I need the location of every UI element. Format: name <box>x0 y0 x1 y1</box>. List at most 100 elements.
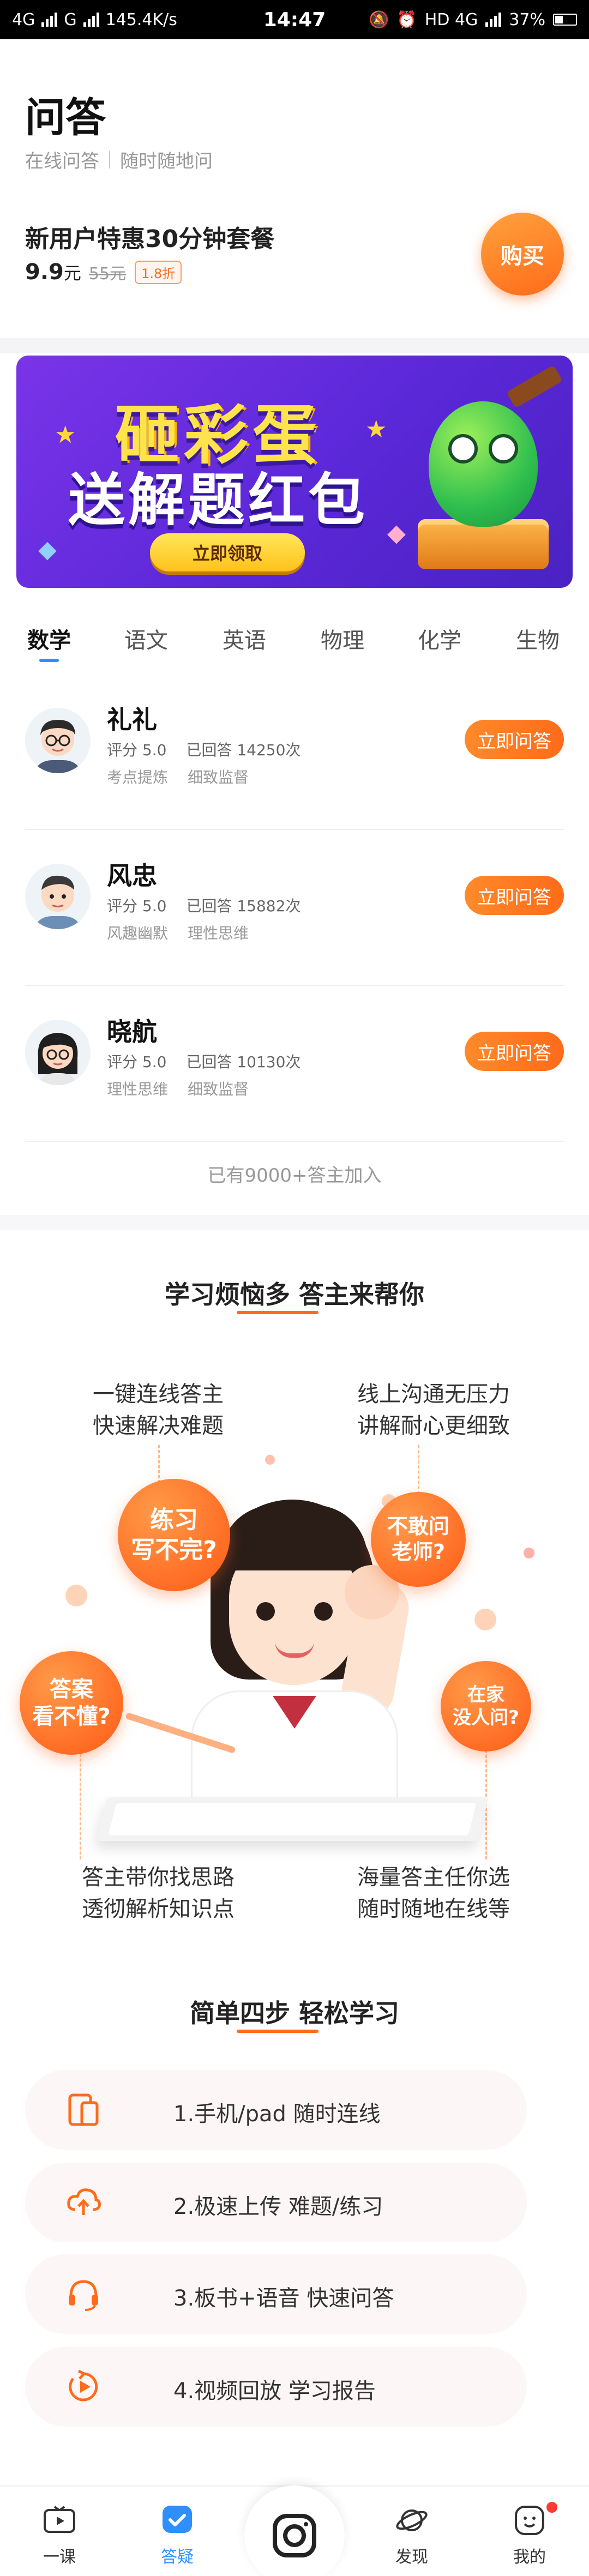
tutor-tags: 风趣幽默 理性思维 <box>107 922 249 943</box>
mascot-eye <box>448 434 478 464</box>
tutor-card[interactable]: 晓航 评分 5.0 已回答 10130次 理性思维 细致监督 立即问答 <box>0 986 589 1142</box>
alarm-icon: ⏰ <box>396 10 417 29</box>
tab-active-indicator <box>39 659 59 662</box>
step-card: 2.极速上传 难题/练习 <box>25 2163 527 2242</box>
buy-button[interactable]: 购买 <box>481 213 564 296</box>
tutor-answered: 已回答 10130次 <box>186 1053 301 1071</box>
pain-point-bubble: 不敢问 老师? <box>371 1492 466 1587</box>
tutor-tag: 风趣幽默 <box>107 924 169 942</box>
nav-item-yike[interactable]: 一课 <box>19 2487 100 2576</box>
tutor-card[interactable]: 礼礼 评分 5.0 已回答 14250次 考点提炼 细致监督 立即问答 <box>0 674 589 830</box>
step-card: 3.板书+语音 快速问答 <box>25 2254 527 2334</box>
tutor-tag: 细致监督 <box>188 768 249 786</box>
bubble-line: 写不完? <box>131 1536 217 1564</box>
old-price: 55元 <box>88 264 127 284</box>
tab-chemistry[interactable]: 化学 <box>418 623 461 654</box>
ask-now-button[interactable]: 立即问答 <box>465 876 564 915</box>
step-text: 3.板书+语音 快速问答 <box>173 2286 394 2311</box>
hammer-icon <box>506 365 563 408</box>
subtitle-divider <box>109 151 110 168</box>
tutor-card[interactable]: 风忠 评分 5.0 已回答 15882次 风趣幽默 理性思维 立即问答 <box>0 830 589 986</box>
tab-biology[interactable]: 生物 <box>516 623 560 654</box>
benefit-line: 透彻解析知识点 <box>82 1897 235 1922</box>
video-replay-icon <box>65 2369 101 2405</box>
tutor-tag: 理性思维 <box>107 1080 169 1098</box>
nav-label: 我的 <box>513 2548 546 2567</box>
face-icon <box>512 2503 547 2538</box>
mute-icon: 🔕 <box>369 10 389 29</box>
tutor-tags: 理性思维 细致监督 <box>107 1078 249 1099</box>
camera-icon <box>273 2514 316 2557</box>
tutor-tag: 考点提炼 <box>107 768 169 786</box>
price: 9.9 <box>25 260 64 285</box>
tutor-tags: 考点提炼 细致监督 <box>107 766 249 787</box>
claim-button[interactable]: 立即领取 <box>150 533 305 571</box>
tutor-answered: 已回答 14250次 <box>186 741 301 759</box>
page-title: 问答 <box>25 94 106 141</box>
tab-physics[interactable]: 物理 <box>321 623 364 654</box>
pain-point-bubble: 在家 没人问? <box>441 1661 531 1752</box>
benefit-line: 一键连线答主 <box>93 1382 224 1407</box>
tutor-name: 晓航 <box>107 1017 157 1046</box>
promo-banner[interactable]: ★ ★ ◆ ◆ 砸彩蛋 送解题红包 立即领取 <box>16 356 573 588</box>
section-gap <box>0 1215 589 1230</box>
subtitle-part: 随时随地问 <box>120 151 213 172</box>
bubble-line: 练习 <box>150 1506 198 1534</box>
tab-english[interactable]: 英语 <box>223 623 266 654</box>
joined-count: 已有9000+答主加入 <box>207 1165 382 1187</box>
decor-dot <box>65 1585 87 1606</box>
tutor-rating: 评分 5.0 <box>107 897 167 915</box>
avatar <box>25 1020 91 1085</box>
headset-icon <box>65 2276 101 2312</box>
tutor-stats: 评分 5.0 已回答 14250次 <box>107 738 300 760</box>
tutor-tag: 细致监督 <box>188 1080 249 1098</box>
subject-tabs: 数学 语文 英语 物理 化学 生物 <box>0 611 589 665</box>
tab-math[interactable]: 数学 <box>27 623 71 654</box>
benefit-line: 讲解耐心更细致 <box>357 1413 510 1439</box>
ask-now-button[interactable]: 立即问答 <box>465 1032 564 1071</box>
step-text: 2.极速上传 难题/练习 <box>173 2194 383 2219</box>
egg-mascot-icon <box>429 401 538 527</box>
pain-point-bubble: 练习 写不完? <box>118 1479 230 1591</box>
tutor-rating: 评分 5.0 <box>107 1053 167 1071</box>
signal-icon <box>41 13 58 27</box>
male-avatar-icon <box>36 875 80 929</box>
signal-icon-2 <box>83 13 99 27</box>
benefit-text: 一键连线答主 快速解决难题 <box>60 1379 256 1442</box>
banner-subheadline: 送解题红包 <box>68 467 368 533</box>
battery-icon <box>553 14 577 26</box>
tutor-stats: 评分 5.0 已回答 15882次 <box>107 894 300 916</box>
girl-eye <box>256 1602 275 1621</box>
tutor-tag: 理性思维 <box>188 924 249 942</box>
benefit-text: 答主带你找思路 透彻解析知识点 <box>60 1862 256 1925</box>
notification-dot <box>546 2502 557 2513</box>
bubble-line: 答案 <box>49 1677 93 1702</box>
check-chat-icon <box>160 2503 195 2538</box>
avatar <box>25 708 91 773</box>
price-row: 9.9 元 55元 1.8折 <box>25 260 182 285</box>
confetti-icon: ◆ <box>38 535 57 563</box>
benefit-text: 线上沟通无压力 讲解耐心更细致 <box>327 1379 540 1442</box>
nav-item-faxian[interactable]: 发现 <box>371 2487 453 2576</box>
ask-now-button[interactable]: 立即问答 <box>465 720 564 759</box>
page-header: 问答 在线问答 随时随地问 新用户特惠30分钟套餐 9.9 元 55元 1.8折… <box>0 39 589 338</box>
tab-chinese[interactable]: 语文 <box>124 623 168 654</box>
network-label: 4G <box>12 10 35 29</box>
benefit-line: 答主带你找思路 <box>82 1865 235 1890</box>
dashed-connector <box>418 1445 419 1494</box>
page-subtitle: 在线问答 随时随地问 <box>25 146 213 173</box>
benefit-line: 随时随地在线等 <box>357 1897 510 1922</box>
pain-point-bubble: 答案 看不懂? <box>20 1651 123 1755</box>
bubble-line: 不敢问 <box>387 1514 449 1538</box>
nav-item-wode[interactable]: 我的 <box>489 2487 570 2576</box>
benefit-line: 海量答主任你选 <box>357 1865 510 1890</box>
section-title: 简单四步 轻松学习 <box>189 1999 399 2028</box>
decor-dot <box>474 1609 496 1630</box>
nav-label: 一课 <box>43 2548 76 2567</box>
section-title-underline <box>237 2030 318 2033</box>
nav-item-dayi[interactable]: 答疑 <box>136 2487 218 2576</box>
nav-label: 答疑 <box>161 2548 194 2567</box>
section-title: 学习烦恼多 答主来帮你 <box>164 1280 424 1309</box>
tutor-stats: 评分 5.0 已回答 10130次 <box>107 1050 300 1072</box>
benefit-line: 线上沟通无压力 <box>357 1382 510 1407</box>
